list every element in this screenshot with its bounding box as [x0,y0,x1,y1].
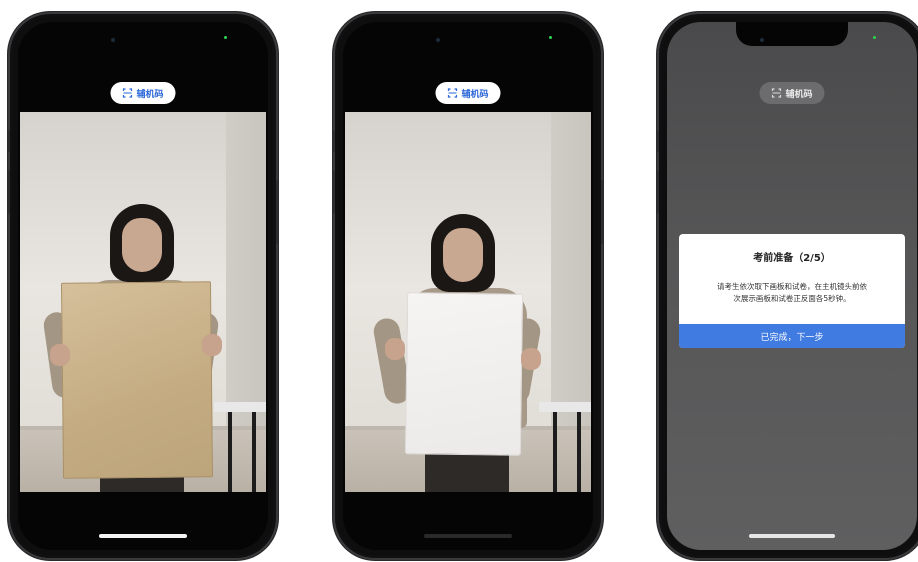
aux-code-button[interactable]: 辅机码 [759,82,825,104]
side-table [539,402,591,412]
home-indicator[interactable] [749,534,835,538]
person-hand [521,348,541,370]
dialog-message-line: 请考生依次取下画板和试卷，在主机镜头前依 [717,282,867,291]
phone-side-button [333,170,335,214]
aux-code-button[interactable]: 辅机码 [110,82,176,104]
dialog-message: 请考生依次取下画板和试卷，在主机镜头前依 次展示画板和试卷正反面各5秒钟。 [693,281,891,305]
aux-code-label: 辅机码 [461,89,489,100]
aux-code-label: 辅机码 [785,89,813,100]
camera-preview [345,112,591,492]
dialog-title: 考前准备（2/5） [753,253,831,264]
front-camera [760,38,764,42]
home-indicator[interactable] [99,534,187,538]
indicator-dot [224,36,227,39]
test-paper [405,293,523,455]
phone-side-button [657,170,659,214]
scan-icon [447,88,458,98]
aux-code-button[interactable]: 辅机码 [435,82,501,104]
phone-side-button [8,130,10,152]
camera-preview [20,112,266,492]
table-leg [228,412,232,492]
front-camera [111,38,115,42]
person-legs [425,452,509,492]
table-leg [252,412,256,492]
phone-mockup-dialog: 辅机码 考前准备（2/5） 请考生依次取下画板和试卷，在主机镜头前依 次展示画板… [657,12,918,560]
person-hand [202,334,222,356]
home-indicator[interactable] [424,534,512,538]
aux-code-label: 辅机码 [136,89,164,100]
wall-corner [226,112,266,432]
phone-side-button [601,180,603,244]
phone-side-button [333,130,335,152]
phone-side-button [276,180,278,244]
person-hand [385,338,405,360]
indicator-dot [549,36,552,39]
phone-screen: 辅机码 考前准备（2/5） 请考生依次取下画板和试卷，在主机镜头前依 次展示画板… [667,22,917,550]
drawing-board [60,281,214,479]
phone-mockup-board: 辅机码 [8,12,278,560]
wall-corner [551,112,591,432]
person-face [443,228,483,282]
indicator-dot [873,36,876,39]
front-camera [436,38,440,42]
table-leg [577,412,581,492]
side-table [214,402,266,412]
scan-icon [122,88,133,98]
phone-side-button [8,170,10,214]
person-hand [50,344,70,366]
phone-screen: 辅机码 [343,22,593,550]
person-face [122,218,162,272]
dialog-message-line: 次展示画板和试卷正反面各5秒钟。 [733,294,851,303]
table-leg [553,412,557,492]
next-step-button[interactable]: 已完成，下一步 [679,324,905,348]
phone-notch [736,22,848,46]
phone-side-button [657,130,659,152]
phone-screen: 辅机码 [18,22,268,550]
scan-icon [771,88,782,98]
phone-mockup-paper: 辅机码 [333,12,603,560]
exam-prep-dialog: 考前准备（2/5） 请考生依次取下画板和试卷，在主机镜头前依 次展示画板和试卷正… [679,234,905,348]
